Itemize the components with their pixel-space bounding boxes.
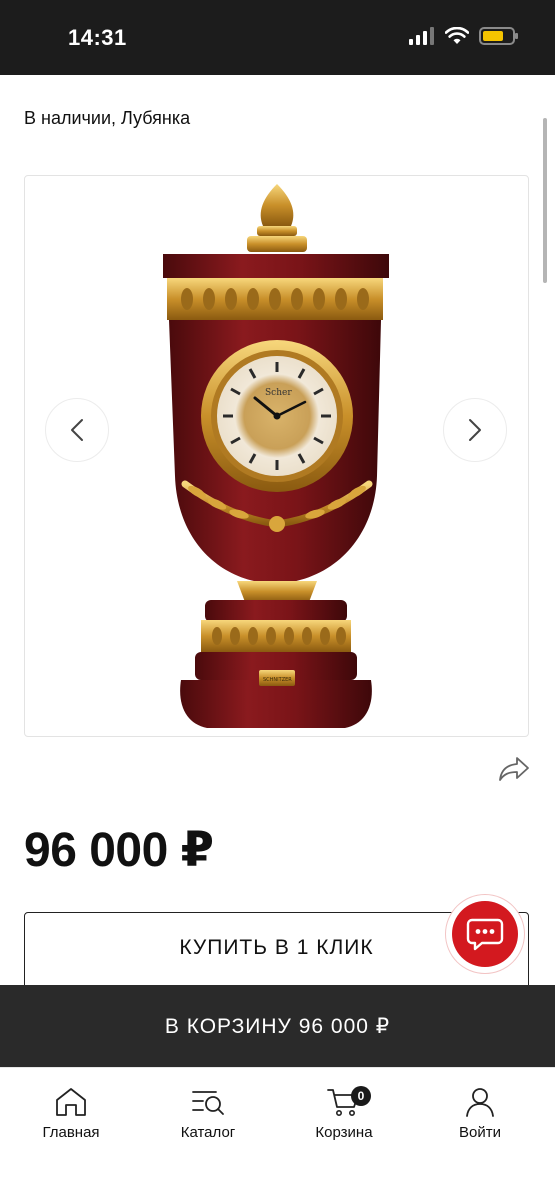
chat-button[interactable] bbox=[446, 895, 524, 973]
home-icon bbox=[56, 1088, 86, 1116]
chat-bubble-icon bbox=[466, 918, 504, 951]
tab-login[interactable]: Войти bbox=[425, 1086, 535, 1141]
battery-icon bbox=[479, 27, 518, 45]
share-icon bbox=[499, 757, 529, 781]
product-gallery[interactable]: Scher SCHNITZER bbox=[24, 175, 529, 737]
gallery-next-button[interactable] bbox=[443, 398, 507, 462]
chevron-left-icon bbox=[71, 419, 83, 441]
add-to-cart-button[interactable]: В КОРЗИНУ 96 000 ₽ bbox=[0, 985, 555, 1067]
tab-cart[interactable]: 0 Корзина bbox=[289, 1086, 399, 1141]
tab-login-label: Войти bbox=[459, 1124, 501, 1141]
signal-icon bbox=[409, 27, 434, 45]
tab-catalog[interactable]: Каталог bbox=[153, 1086, 263, 1141]
share-button[interactable] bbox=[498, 755, 530, 783]
tab-home[interactable]: Главная bbox=[16, 1086, 126, 1141]
plaque-text: SCHNITZER bbox=[263, 677, 292, 683]
scrollbar[interactable] bbox=[543, 118, 547, 283]
user-icon bbox=[466, 1088, 494, 1117]
tab-cart-label: Корзина bbox=[315, 1124, 373, 1141]
tab-home-label: Главная bbox=[42, 1124, 100, 1141]
status-icons bbox=[409, 27, 518, 45]
product-image: Scher SCHNITZER bbox=[163, 184, 389, 728]
catalog-search-icon bbox=[192, 1091, 224, 1115]
status-bar: 14:31 bbox=[0, 0, 555, 75]
chevron-right-icon bbox=[469, 419, 481, 441]
wifi-icon bbox=[445, 27, 469, 44]
availability-text: В наличии, Лубянка bbox=[24, 108, 191, 128]
cart-count-badge: 0 bbox=[351, 1086, 371, 1106]
bottom-tab-bar: Главная Каталог 0 Корзина Войти bbox=[0, 1067, 555, 1200]
status-time: 14:31 bbox=[68, 25, 127, 50]
watch-brand-text: Scher bbox=[265, 388, 292, 398]
gallery-prev-button[interactable] bbox=[45, 398, 109, 462]
tab-catalog-label: Каталог bbox=[180, 1124, 236, 1141]
product-price: 96 000 ₽ bbox=[24, 824, 214, 877]
